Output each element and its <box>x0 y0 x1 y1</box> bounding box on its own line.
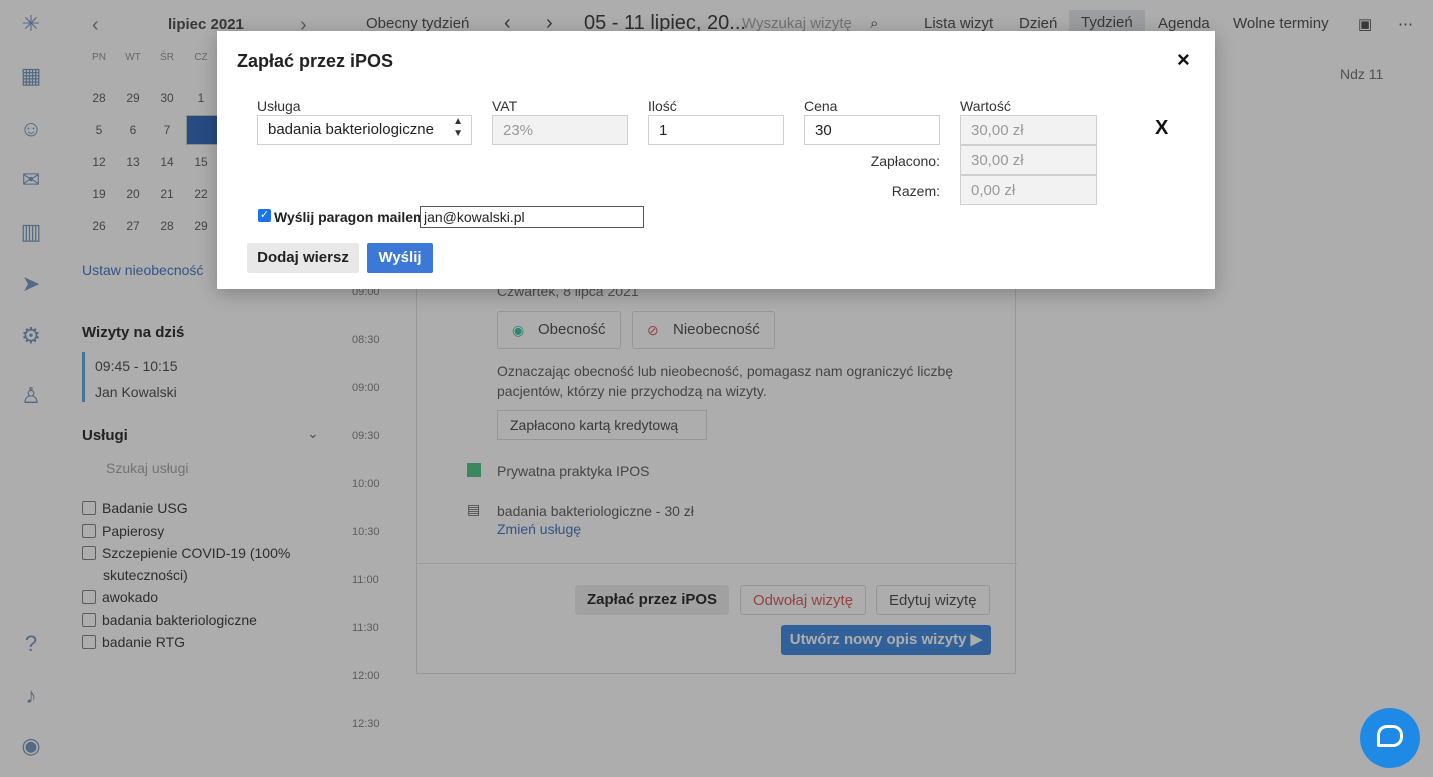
value-field[interactable] <box>960 115 1097 145</box>
value-label: Wartość <box>960 98 1011 114</box>
service-label: Usługa <box>257 98 301 114</box>
select-arrows-icon: ▲ ▼ <box>453 116 463 139</box>
service-select[interactable]: badania bakteriologiczne ▲ ▼ <box>257 115 472 145</box>
close-icon[interactable]: × <box>1177 47 1190 73</box>
service-select-value: badania bakteriologiczne <box>268 121 434 138</box>
remove-row-button[interactable]: X <box>1155 117 1168 140</box>
pay-ipos-modal: Zapłać przez iPOS × Usługa VAT Ilość Cen… <box>217 31 1215 289</box>
send-button[interactable]: Wyślij <box>367 243 433 273</box>
quantity-label: Ilość <box>648 98 677 114</box>
email-receipt-checkbox[interactable]: ✓ <box>258 209 271 222</box>
paid-field[interactable] <box>960 145 1097 175</box>
price-label: Cena <box>804 98 838 114</box>
vat-label: VAT <box>492 98 518 114</box>
total-label: Razem: <box>891 183 940 199</box>
paid-label: Zapłacono: <box>870 153 940 169</box>
email-receipt-label: Wyślij paragon mailem <box>274 209 426 225</box>
vat-field[interactable] <box>492 115 628 145</box>
quantity-field[interactable] <box>648 115 784 145</box>
total-field[interactable] <box>960 175 1097 205</box>
chat-widget-button[interactable] <box>1360 708 1420 768</box>
email-field[interactable] <box>420 206 644 228</box>
modal-title: Zapłać przez iPOS <box>237 51 394 71</box>
add-row-button[interactable]: Dodaj wiersz <box>247 243 359 273</box>
price-field[interactable] <box>804 115 940 145</box>
chat-bubble-icon <box>1377 725 1403 747</box>
